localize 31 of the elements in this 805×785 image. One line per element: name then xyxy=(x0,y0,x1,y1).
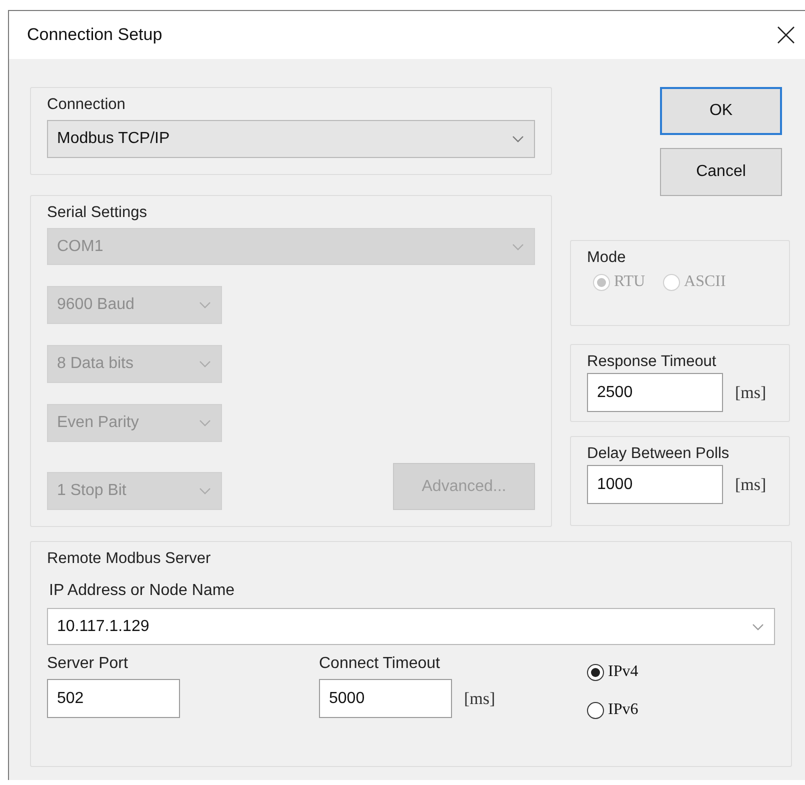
cancel-button[interactable]: Cancel xyxy=(660,148,782,196)
port-input[interactable]: 502 xyxy=(47,679,180,718)
group-label: Mode xyxy=(587,249,627,267)
timeout-input[interactable]: 1000 xyxy=(587,465,723,504)
chevron-down-icon xyxy=(752,622,764,630)
connection-dropdown[interactable]: Modbus TCP/IP xyxy=(47,120,535,158)
group-label: Response Timeout xyxy=(587,353,718,371)
chevron-down-icon xyxy=(199,487,211,495)
chevron-down-icon xyxy=(512,135,524,143)
chevron-down-icon xyxy=(199,360,211,368)
group-label: Connection xyxy=(47,96,126,114)
address-label: IP Address or Node Name xyxy=(49,582,236,600)
unit-label: [ms] xyxy=(735,382,766,402)
group-label: Remote Modbus Server xyxy=(47,550,212,568)
unit-label: [ms] xyxy=(464,688,496,708)
connect-timeout-input[interactable]: 5000 xyxy=(319,679,452,718)
timeout-input[interactable]: 2500 xyxy=(587,373,723,412)
address-dropdown[interactable]: 10.117.1.129 xyxy=(47,608,775,645)
ip-version-radio[interactable]: IPv4 xyxy=(587,663,775,681)
close-icon[interactable] xyxy=(777,26,795,44)
port-label: Server Port xyxy=(47,655,129,673)
ip-version-radio[interactable]: IPv6 xyxy=(587,701,775,719)
unit-label: [ms] xyxy=(735,474,766,494)
chevron-down-icon xyxy=(512,242,524,250)
chevron-down-icon xyxy=(199,419,211,427)
window-title: Connection Setup xyxy=(27,25,162,45)
chevron-down-icon xyxy=(199,301,211,309)
group-label: Delay Between Polls xyxy=(587,445,730,463)
connect-timeout-label: Connect Timeout xyxy=(319,655,441,673)
ok-button[interactable]: OK xyxy=(660,87,782,135)
group-label: Serial Settings xyxy=(47,204,148,222)
